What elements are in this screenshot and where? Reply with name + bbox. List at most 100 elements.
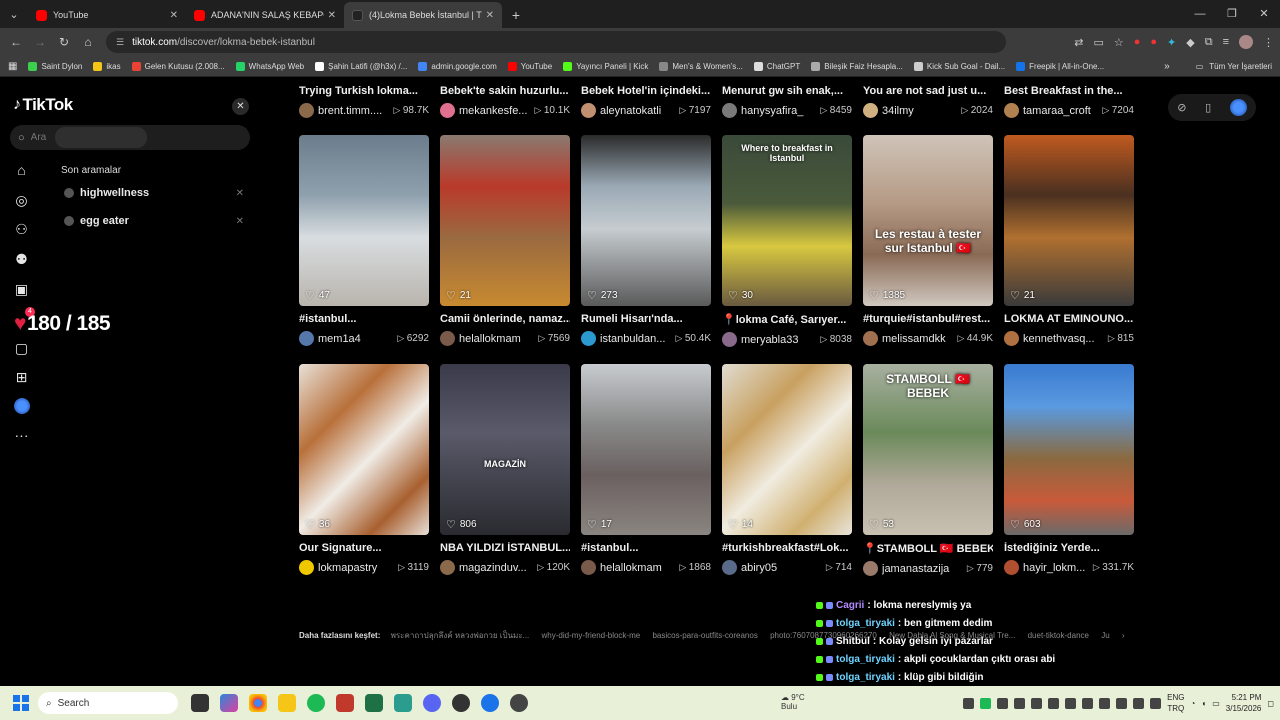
url-field[interactable]: ☰ tiktok.com/discover/lokma-bebek-istanb…	[106, 31, 1006, 53]
video-title[interactable]: LOKMA AT EMINOUNO...	[1004, 313, 1134, 325]
more-icon[interactable]: ···	[13, 427, 30, 444]
username-link[interactable]: 34ilmy	[882, 105, 957, 117]
menu-icon[interactable]: ⋮	[1263, 36, 1274, 49]
extension-icon[interactable]: ✦	[1167, 36, 1176, 49]
username-link[interactable]: helallokmam	[600, 562, 675, 574]
phone-icon[interactable]: ▯	[1205, 101, 1211, 114]
home-icon[interactable]: ⌂	[76, 35, 100, 49]
video-title[interactable]: Menurut gw sih enak,...	[722, 85, 852, 97]
home-icon[interactable]: ⌂	[13, 162, 30, 179]
video-title[interactable]: #istanbul...	[581, 542, 711, 554]
tab-search-icon[interactable]: ⌄	[0, 0, 28, 28]
video-card[interactable]: Trying Turkish lokma... brent.timm.... 98.…	[299, 85, 429, 118]
reload-icon[interactable]: ↻	[52, 35, 76, 49]
forward-icon[interactable]: →	[28, 35, 52, 49]
more-bookmarks-icon[interactable]: »	[1164, 61, 1170, 72]
bookmark-item[interactable]: Saint Dylon	[28, 61, 82, 71]
video-title[interactable]: #turkishbreakfast#Lok...	[722, 542, 852, 554]
apps-grid-icon[interactable]: ▦	[8, 61, 17, 72]
video-thumbnail[interactable]: ♡ 17	[581, 364, 711, 535]
bookmark-item[interactable]: Gelen Kutusu (2.008...	[131, 61, 225, 71]
video-title[interactable]: Camii önlerinde, namaz...	[440, 313, 570, 325]
following-icon[interactable]: ⚇	[13, 221, 30, 238]
new-tab-button[interactable]: +	[502, 2, 530, 28]
avatar[interactable]	[863, 103, 878, 118]
tray-icon[interactable]	[1031, 697, 1043, 709]
extension-icon[interactable]: ●	[1150, 36, 1157, 48]
avatar[interactable]	[581, 331, 596, 346]
username-link[interactable]: abiry05	[741, 562, 822, 574]
username-link[interactable]: meryabla33	[741, 334, 816, 346]
video-card[interactable]: ♡17 #istanbul... helallokmam 1868	[581, 364, 711, 575]
avatar[interactable]	[1004, 331, 1019, 346]
tray-icon[interactable]	[980, 697, 992, 709]
tray-icon[interactable]	[1082, 697, 1094, 709]
tray-icon[interactable]	[963, 697, 975, 709]
avatar[interactable]	[1004, 103, 1019, 118]
close-search-button[interactable]: ✕	[232, 98, 249, 115]
copilot-icon[interactable]	[220, 694, 238, 712]
close-tab-icon[interactable]: ✕	[328, 10, 336, 21]
restore-icon[interactable]: ❐	[1216, 0, 1248, 28]
profile-icon[interactable]	[13, 398, 30, 415]
tray-icon[interactable]	[1116, 697, 1128, 709]
clock[interactable]: 5:21 PM 3/15/2026	[1226, 692, 1262, 714]
wifi-icon[interactable]: ◔	[1191, 699, 1196, 708]
live-icon[interactable]: ▣	[13, 281, 30, 298]
site-info-icon[interactable]: ☰	[116, 37, 124, 48]
video-card[interactable]: Menurut gw sih enak,... hanysyafira_ 8459	[722, 85, 852, 118]
username-link[interactable]: tamaraa_croft	[1023, 105, 1098, 117]
video-card[interactable]: ♡603 İstediğiniz Yerde... hayir_lokm... 331…	[1004, 364, 1134, 575]
username-link[interactable]: lokmapastry	[318, 562, 394, 574]
video-card[interactable]: Bebek Hotel'in içindeki... aleynatokatli 7…	[581, 85, 711, 118]
video-title[interactable]: 📍STAMBOLL 🇹🇷 BEBEK...	[863, 542, 993, 555]
profile-avatar[interactable]	[1239, 35, 1253, 49]
app-icon[interactable]	[452, 694, 470, 712]
language-indicator[interactable]: ENG TRQ	[1167, 692, 1184, 714]
tab-tiktok[interactable]: (4)Lokma Bebek İstanbul | TikTo ✕	[344, 2, 502, 28]
tray-icon[interactable]	[1065, 697, 1077, 709]
bookmark-item[interactable]: admin.google.com	[418, 61, 497, 71]
avatar[interactable]	[581, 103, 596, 118]
video-card[interactable]: ♡14 #turkishbreakfast#Lok... abiry05 714	[722, 364, 852, 575]
bookmark-item[interactable]: Yayıncı Paneli | Kick	[563, 61, 648, 71]
extensions-puzzle-icon[interactable]: ⧉	[1205, 36, 1213, 49]
battery-icon[interactable]: ▭	[1212, 699, 1220, 708]
video-thumbnail[interactable]: ♡ 21	[440, 135, 570, 306]
video-title[interactable]: Best Breakfast in the...	[1004, 85, 1134, 97]
avatar[interactable]	[722, 332, 737, 347]
avatar[interactable]	[863, 331, 878, 346]
tray-icon[interactable]	[1099, 697, 1111, 709]
avatar[interactable]	[581, 560, 596, 575]
video-title[interactable]: Trying Turkish lokma...	[299, 85, 429, 97]
obs-icon[interactable]	[510, 694, 528, 712]
file-explorer-icon[interactable]	[278, 694, 296, 712]
video-thumbnail[interactable]: ♡ 47	[299, 135, 429, 306]
app-icon[interactable]	[336, 694, 354, 712]
bookmark-item[interactable]: ChatGPT	[753, 61, 800, 71]
spotify-icon[interactable]	[307, 694, 325, 712]
remove-icon[interactable]: ✕	[236, 216, 244, 227]
taskbar-search[interactable]: ⌕ Search	[38, 692, 178, 714]
video-card[interactable]: ♡36 Our Signature... lokmapastry 3119	[299, 364, 429, 575]
video-card[interactable]: ♡21 LOKMA AT EMINOUNO... kennethvasq... 815	[1004, 135, 1134, 346]
video-thumbnail[interactable]: ♡ 14	[722, 364, 852, 535]
avatar[interactable]	[299, 560, 314, 575]
username-link[interactable]: istanbuldan...	[600, 333, 671, 345]
video-title[interactable]: Our Signature...	[299, 542, 429, 554]
app-icon[interactable]	[394, 694, 412, 712]
video-thumbnail[interactable]: ♡ 21	[1004, 135, 1134, 306]
video-card[interactable]: STAMBOLL 🇹🇷 BEBEK ♡ 53 📍STAMBOLL 🇹🇷 BEBEK..…	[863, 364, 993, 576]
video-thumbnail[interactable]: Where to breakfast in Istanbul ♡ 30	[722, 135, 852, 306]
tray-icon[interactable]	[1150, 697, 1162, 709]
username-link[interactable]: mem1a4	[318, 333, 393, 345]
username-link[interactable]: hayir_lokm...	[1023, 562, 1089, 574]
video-title[interactable]: #turquie#istanbul#rest...	[863, 313, 993, 325]
avatar[interactable]	[440, 331, 455, 346]
upload-icon[interactable]: ⊞	[13, 369, 30, 386]
tray-icon[interactable]	[997, 697, 1009, 709]
video-card[interactable]: ♡21 Camii önlerinde, namaz... helallokmam 7…	[440, 135, 570, 346]
bookmark-item[interactable]: Kick Sub Goal - Dail...	[913, 61, 1005, 71]
notifications-icon[interactable]: ◻	[1267, 699, 1274, 708]
username-link[interactable]: hanysyafira_	[741, 105, 816, 117]
